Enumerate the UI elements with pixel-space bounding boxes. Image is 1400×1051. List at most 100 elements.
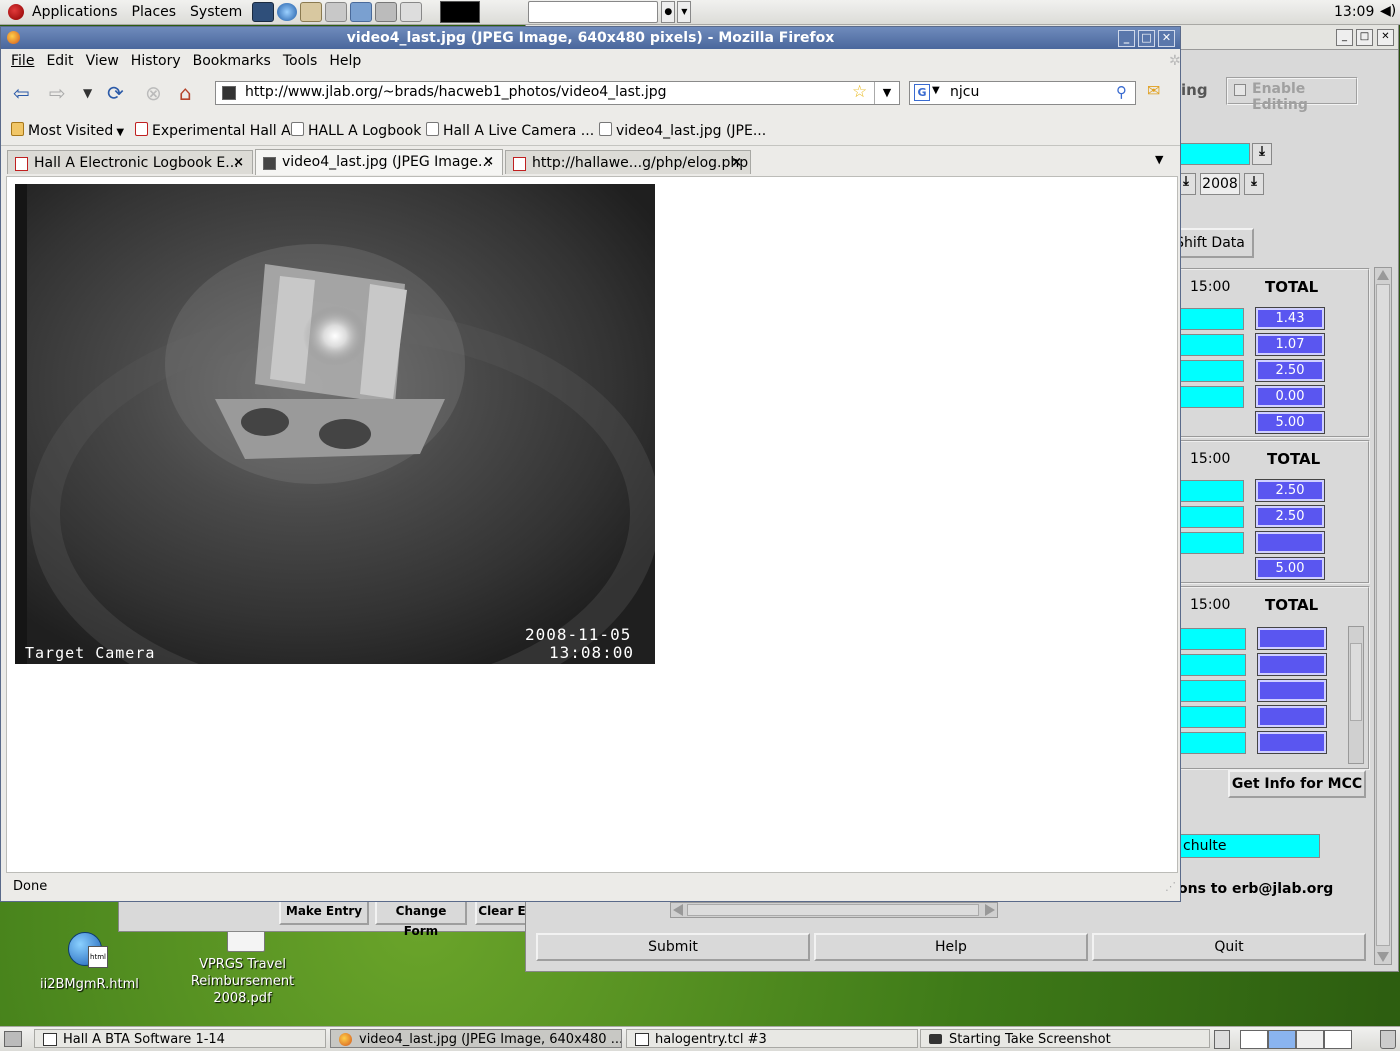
engine-dropdown-icon[interactable]: ▼ <box>932 85 940 96</box>
office-launcher-icon[interactable] <box>325 2 348 22</box>
system-menu[interactable]: System <box>190 4 242 20</box>
url-dropdown-icon[interactable]: ▼ <box>874 82 899 104</box>
menu-file[interactable]: File <box>11 53 34 69</box>
volume-icon[interactable]: ◀) <box>1380 3 1396 19</box>
menu-bookmarks[interactable]: Bookmarks <box>193 53 271 69</box>
get-info-mcc-button[interactable]: Get Info for MCC <box>1228 770 1366 798</box>
system-monitor-icon[interactable] <box>440 1 481 23</box>
hours-field[interactable] <box>1180 732 1246 754</box>
change-form-button[interactable]: Change Form <box>375 899 467 938</box>
reload-icon[interactable]: ⟳ <box>107 81 124 105</box>
maximize-icon[interactable]: □ <box>1138 30 1155 47</box>
close-tab-icon[interactable]: × <box>483 150 494 174</box>
enable-editing-checkbox[interactable]: Enable Editing <box>1226 77 1358 113</box>
clock[interactable]: 13:09 <box>1334 4 1374 20</box>
menu-view[interactable]: View <box>86 53 119 69</box>
hours-field[interactable] <box>1180 628 1246 650</box>
workspace-2[interactable] <box>1268 1030 1296 1049</box>
history-dropdown-icon[interactable]: ▼ <box>83 86 92 100</box>
scroll-up-icon[interactable] <box>1377 270 1389 280</box>
bookmark-experimental-hall-a[interactable]: Experimental Hall A <box>135 122 291 139</box>
tab-video4[interactable]: video4_last.jpg (JPEG Image... × <box>255 149 503 175</box>
resize-grip-icon[interactable]: ⋰ <box>1165 874 1176 900</box>
url-bar[interactable]: http://www.jlab.org/~brads/hacweb1_photo… <box>215 81 900 105</box>
screenshot-launcher-icon[interactable] <box>375 2 398 22</box>
feed-icon[interactable]: ✉ <box>1147 81 1160 100</box>
operator-name-field[interactable]: chulte <box>1180 834 1320 858</box>
search-bar[interactable]: G ▼ njcu ⚲ <box>909 81 1136 105</box>
search-options-icon[interactable]: ● <box>661 1 676 23</box>
menu-tools[interactable]: Tools <box>283 53 318 69</box>
applications-menu[interactable]: Applications <box>32 4 118 20</box>
workspace-4[interactable] <box>1324 1030 1352 1049</box>
bookmark-hall-a-logbook[interactable]: HALL A Logbook <box>291 122 421 139</box>
bookmark-star-icon[interactable]: ☆ <box>852 82 867 102</box>
scroll-right-icon[interactable] <box>985 904 995 916</box>
web-browser-launcher-icon[interactable] <box>277 3 298 21</box>
taskbar-item-bta-software[interactable]: Hall A BTA Software 1-14 <box>34 1029 326 1048</box>
panel-search-field[interactable] <box>528 1 659 23</box>
year-field[interactable]: 2008 <box>1200 173 1240 195</box>
clear-button[interactable]: Clear E <box>475 899 529 925</box>
close-tab-icon[interactable]: × <box>233 151 244 174</box>
presentation-launcher-icon[interactable] <box>350 2 373 22</box>
notes-launcher-icon[interactable] <box>400 2 423 22</box>
scrollbar-vertical[interactable] <box>1374 267 1392 965</box>
minimize-icon[interactable]: _ <box>1118 30 1135 47</box>
home-icon[interactable]: ⌂ <box>179 81 192 105</box>
taskbar-item-screenshot[interactable]: Starting Take Screenshot <box>920 1029 1210 1048</box>
menu-edit[interactable]: Edit <box>46 53 73 69</box>
back-icon[interactable]: ⇦ <box>13 81 30 105</box>
scrollbar-thumb[interactable] <box>1350 643 1362 721</box>
date-day-field[interactable] <box>1180 143 1250 165</box>
submit-button[interactable]: Submit <box>536 933 810 961</box>
hours-field[interactable] <box>1180 680 1246 702</box>
help-button[interactable]: Help <box>814 933 1088 961</box>
scroll-down-icon[interactable] <box>1377 952 1389 962</box>
scroll-left-icon[interactable] <box>673 904 683 916</box>
mail-launcher-icon[interactable] <box>300 2 323 22</box>
quit-button[interactable]: Quit <box>1092 933 1366 961</box>
desktop-icon-pdf[interactable]: VPRGS Travel Reimbursement 2008.pdf <box>185 930 300 1010</box>
tab-list-dropdown-icon[interactable]: ▼ <box>1155 153 1163 166</box>
workspace-switcher[interactable] <box>1214 1030 1230 1049</box>
hours-field[interactable] <box>1180 654 1246 676</box>
tab-logbook[interactable]: Hall A Electronic Logbook E... × <box>7 150 253 174</box>
taskbar-item-halogentry[interactable]: halogentry.tcl #3 <box>626 1029 918 1048</box>
hours-field[interactable] <box>1180 706 1246 728</box>
hours-field[interactable] <box>1180 308 1244 330</box>
hours-field[interactable] <box>1180 360 1244 382</box>
scrollbar-thumb[interactable] <box>1376 284 1390 946</box>
dropdown-arrow-icon[interactable]: ⤓ <box>1252 143 1272 165</box>
close-tab-icon[interactable]: × <box>731 151 742 174</box>
dropdown-arrow-icon[interactable]: ⤓ <box>1244 173 1264 195</box>
close-icon[interactable]: ✕ <box>1377 29 1394 46</box>
workspace-1[interactable] <box>1240 1030 1268 1049</box>
make-entry-button[interactable]: Make Entry <box>279 899 369 925</box>
search-dropdown-icon[interactable]: ▼ <box>677 1 692 23</box>
stop-icon[interactable]: ⊗ <box>145 81 162 105</box>
hours-field[interactable] <box>1180 532 1244 554</box>
section-scrollbar[interactable] <box>1348 626 1364 764</box>
trash-icon[interactable] <box>1380 1030 1396 1049</box>
camera-image[interactable]: 2008-11-05 13:08:00 Target Camera <box>15 184 655 664</box>
menu-history[interactable]: History <box>131 53 181 69</box>
search-icon[interactable]: ⚲ <box>1116 83 1127 101</box>
hours-field[interactable] <box>1180 386 1244 408</box>
url-text[interactable]: http://www.jlab.org/~brads/hacweb1_photo… <box>245 84 667 100</box>
search-input[interactable]: njcu <box>950 84 979 100</box>
hours-field[interactable] <box>1180 334 1244 356</box>
show-desktop-icon[interactable] <box>4 1031 22 1047</box>
scrollbar-thumb[interactable] <box>687 904 979 916</box>
close-icon[interactable]: ✕ <box>1158 30 1175 47</box>
places-menu[interactable]: Places <box>132 4 177 20</box>
tab-elog-php[interactable]: http://hallawe...g/php/elog.php × <box>505 150 751 174</box>
menu-help[interactable]: Help <box>329 53 361 69</box>
minimize-icon[interactable]: _ <box>1336 29 1353 46</box>
google-search-engine-icon[interactable]: G <box>914 84 930 101</box>
hours-field[interactable] <box>1180 480 1244 502</box>
scrollbar-horizontal[interactable] <box>670 902 998 918</box>
bookmark-video4-last[interactable]: video4_last.jpg (JPE... <box>599 122 766 139</box>
maximize-icon[interactable]: □ <box>1356 29 1373 46</box>
terminal-launcher-icon[interactable] <box>252 2 275 22</box>
